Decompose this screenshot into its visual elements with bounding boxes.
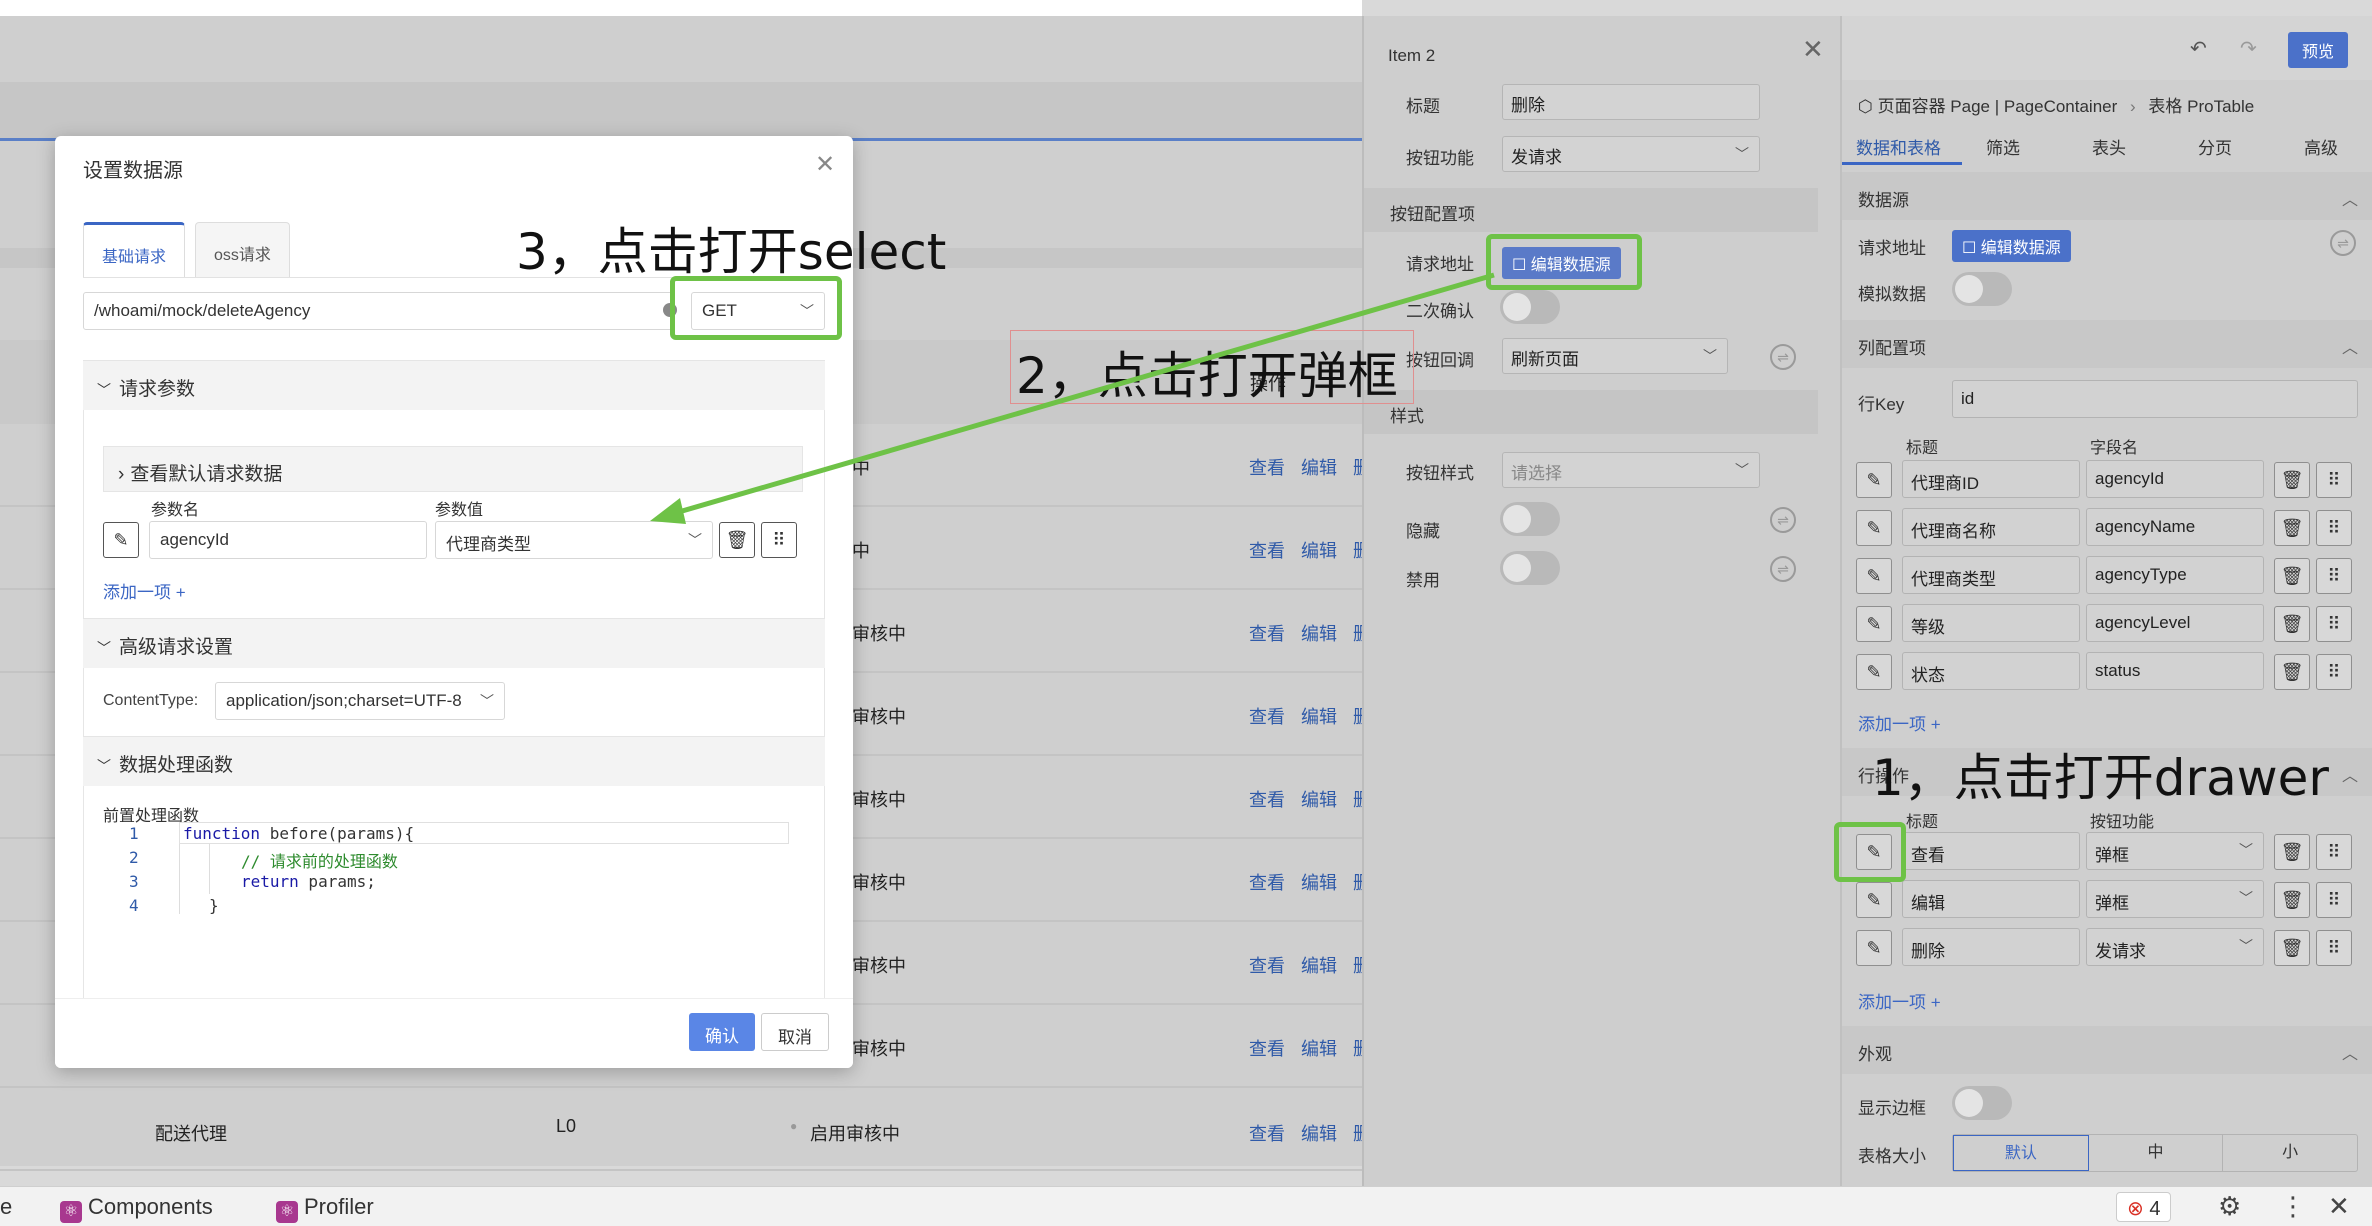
tab-components[interactable]: ⚛ Components [60, 1194, 213, 1223]
react-icon: ⚛ [60, 1201, 82, 1223]
close-icon[interactable]: ✕ [2328, 1191, 2350, 1222]
error-icon: ⊗ [2127, 1198, 2150, 1220]
react-icon: ⚛ [276, 1201, 298, 1223]
devtools-tab-partial[interactable]: e [0, 1194, 12, 1220]
error-badge[interactable]: ⊗ 4 [2116, 1192, 2172, 1222]
gear-icon[interactable]: ⚙ [2218, 1191, 2241, 1222]
devtools-bar: e ⚛ Components ⚛ Profiler ⊗ 4 ⚙ ⋮ ✕ [0, 1186, 2372, 1226]
annotation-arrow [650, 272, 1495, 524]
more-icon[interactable]: ⋮ [2280, 1191, 2306, 1222]
tab-profiler[interactable]: ⚛ Profiler [276, 1194, 374, 1223]
